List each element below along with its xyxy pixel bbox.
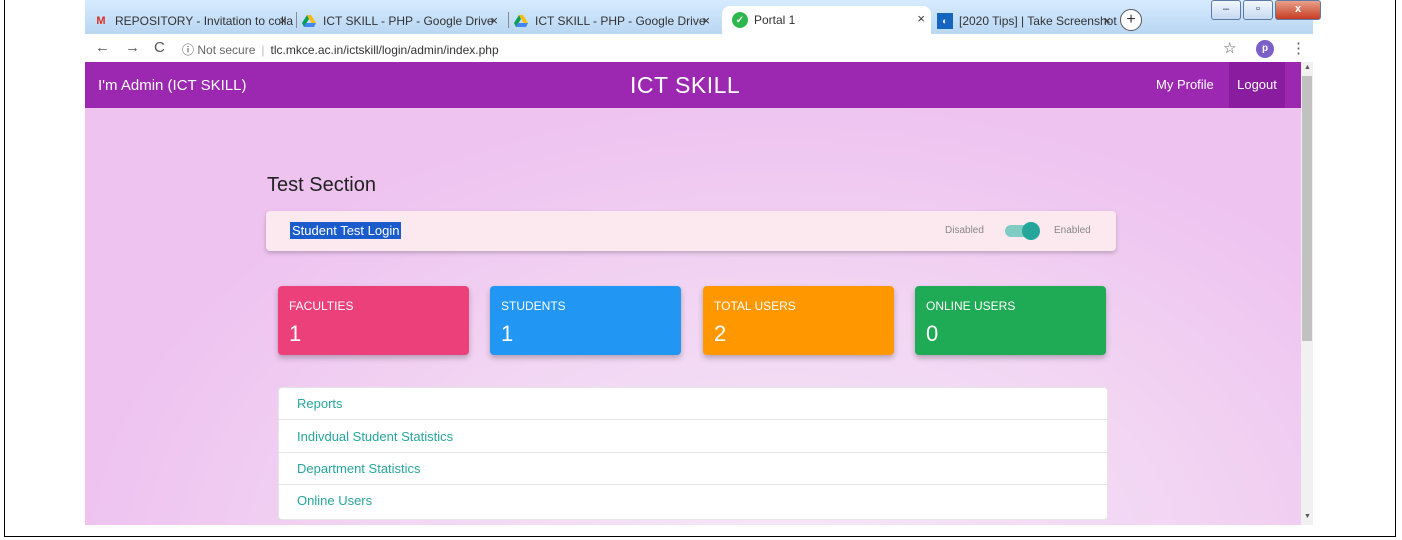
google-drive-icon (301, 13, 317, 29)
address-bar[interactable]: ⓘ Not secure | tlc.mkce.ac.in/ictskill/log… (182, 41, 499, 58)
tab-close-icon[interactable]: × (917, 11, 925, 26)
google-drive-icon (513, 13, 529, 29)
info-icon[interactable]: ⓘ (182, 43, 194, 57)
browser-chrome: M REPOSITORY - Invitation to colla × ICT… (85, 0, 1321, 63)
report-link-list: Reports Indivdual Student Statistics Dep… (278, 387, 1108, 520)
tab-separator (508, 12, 509, 28)
tab-close-icon[interactable]: × (1103, 13, 1111, 28)
tab-title: REPOSITORY - Invitation to colla (115, 14, 293, 28)
tab-title: Portal 1 (754, 13, 796, 27)
tab-portal[interactable]: ✓ Portal 1 × (722, 6, 931, 34)
logout-link[interactable]: Logout (1229, 62, 1285, 108)
tab-drive-2[interactable]: ICT SKILL - PHP - Google Drive × (513, 8, 716, 34)
tab-close-icon[interactable]: × (490, 13, 498, 28)
link-individual-student-statistics[interactable]: Indivdual Student Statistics (279, 421, 1107, 453)
address-toolbar: ← → C ⓘ Not secure | tlc.mkce.ac.in/ictski… (85, 34, 1313, 63)
tab-tips[interactable]: ◐ [2020 Tips] | Take Screenshots o × (937, 8, 1117, 34)
forward-icon[interactable]: → (125, 39, 140, 56)
stat-label: ONLINE USERS (926, 299, 1016, 313)
link-online-users[interactable]: Online Users (279, 485, 1107, 517)
tab-separator (296, 12, 297, 28)
stat-card-total-users[interactable]: TOTAL USERS 2 (703, 286, 894, 355)
window-controls: – ▫ x (1209, 0, 1321, 20)
url-separator: | (261, 43, 265, 57)
my-profile-link[interactable]: My Profile (1156, 77, 1214, 92)
tab-strip: M REPOSITORY - Invitation to colla × ICT… (85, 0, 1321, 34)
tab-gmail[interactable]: M REPOSITORY - Invitation to colla × (93, 8, 293, 34)
stat-card-faculties[interactable]: FACULTIES 1 (278, 286, 469, 355)
bookmark-star-icon[interactable]: ☆ (1223, 39, 1236, 57)
minimize-button[interactable]: – (1211, 0, 1241, 20)
browser-menu-icon[interactable]: ⋮ (1291, 39, 1306, 57)
page-content: I'm Admin (ICT SKILL) ICT SKILL My Profi… (85, 62, 1301, 525)
maximize-button[interactable]: ▫ (1243, 0, 1273, 20)
scrollbar-thumb[interactable] (1302, 76, 1312, 341)
navbar-brand[interactable]: I'm Admin (ICT SKILL) (98, 77, 246, 94)
tab-title: ICT SKILL - PHP - Google Drive (535, 14, 706, 28)
stat-value: 1 (289, 321, 302, 346)
stat-value: 2 (714, 321, 727, 346)
section-title: Test Section (267, 174, 376, 196)
navbar-title: ICT SKILL (630, 72, 741, 98)
page-scrollbar[interactable]: ▲ ▼ (1301, 62, 1313, 525)
tab-close-icon[interactable]: × (702, 13, 710, 28)
stat-label: FACULTIES (289, 299, 354, 313)
close-window-button[interactable]: x (1275, 0, 1321, 20)
test-login-toggle[interactable] (1005, 222, 1040, 240)
link-department-statistics[interactable]: Department Statistics (279, 453, 1107, 485)
disabled-label: Disabled (945, 225, 984, 236)
stat-card-online-users[interactable]: ONLINE USERS 0 (915, 286, 1106, 355)
toggle-knob[interactable] (1022, 222, 1040, 240)
tab-drive-1[interactable]: ICT SKILL - PHP - Google Drive × (301, 8, 504, 34)
site-icon: ◐ (937, 13, 953, 29)
link-reports[interactable]: Reports (279, 388, 1107, 420)
check-circle-icon: ✓ (732, 12, 748, 28)
stat-label: TOTAL USERS (714, 299, 796, 313)
not-secure-label: Not secure (197, 43, 256, 57)
back-icon[interactable]: ← (95, 39, 110, 56)
gmail-icon: M (96, 15, 106, 27)
url-text[interactable]: tlc.mkce.ac.in/ictskill/login/admin/inde… (271, 43, 499, 57)
stat-value: 0 (926, 321, 939, 346)
scroll-up-arrow-icon[interactable]: ▲ (1304, 64, 1311, 71)
stat-card-students[interactable]: STUDENTS 1 (490, 286, 681, 355)
enabled-label: Enabled (1054, 225, 1091, 236)
stat-label: STUDENTS (501, 299, 566, 313)
reload-icon[interactable]: C (154, 39, 165, 56)
test-login-label: Student Test Login (290, 222, 402, 239)
tab-title: [2020 Tips] | Take Screenshots o (959, 14, 1117, 28)
scroll-down-arrow-icon[interactable]: ▼ (1304, 513, 1311, 520)
new-tab-button[interactable]: + (1120, 9, 1142, 31)
profile-avatar[interactable]: p (1256, 40, 1274, 58)
stat-value: 1 (501, 321, 514, 346)
top-navbar: I'm Admin (ICT SKILL) ICT SKILL My Profi… (85, 62, 1301, 108)
tab-close-icon[interactable]: × (279, 13, 287, 28)
test-login-card: Student Test Login Disabled Enabled (266, 211, 1116, 251)
tab-title: ICT SKILL - PHP - Google Drive (323, 14, 494, 28)
